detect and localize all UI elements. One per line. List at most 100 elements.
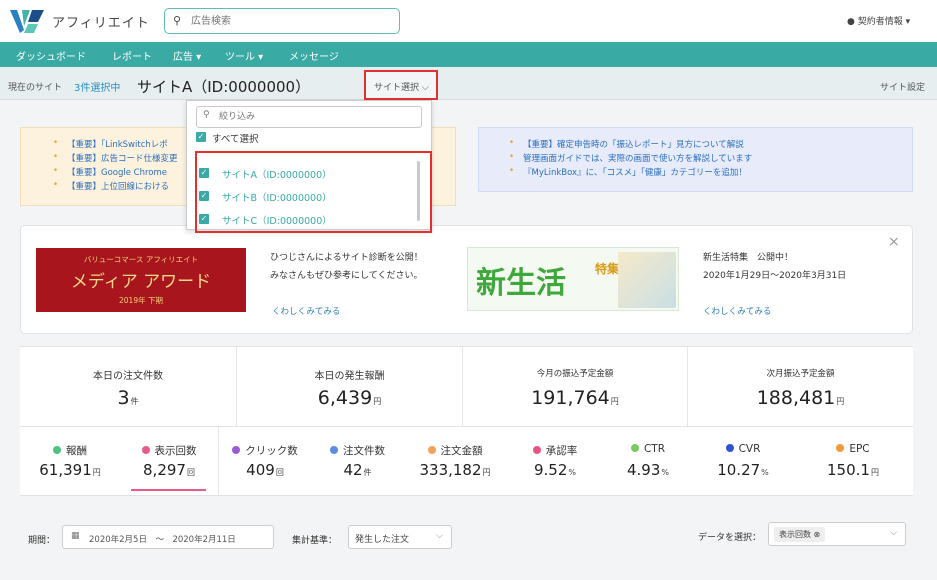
basis-value: 発生した注文 — [355, 535, 410, 545]
stat-card: 本日の注文件数 3件 — [20, 347, 237, 427]
select-all-label[interactable]: すべて選択 — [212, 131, 258, 145]
filter-box[interactable]: ⚲ — [196, 106, 422, 128]
media-award-image[interactable]: バリューコマース アフィリエイト メディア アワード 2019年 下期 — [36, 248, 246, 312]
account-label: 契約者情報 ▾ — [857, 17, 911, 27]
selected-count-link[interactable]: 3件選択中 — [74, 79, 120, 94]
metric-tab[interactable]: 注文件数 42件 — [312, 427, 403, 497]
metric-tab[interactable]: CVR 10.27% — [693, 427, 793, 497]
promo-link[interactable]: くわしくみてみる — [272, 305, 340, 317]
metric-label: CTR — [603, 443, 693, 455]
metric-unit: % — [761, 468, 769, 477]
stat-value-wrap: 188,481円 — [688, 387, 913, 409]
metric-unit: 円 — [870, 468, 879, 477]
stat-card: 次月振込予定金額 188,481円 — [688, 347, 913, 427]
notice-link[interactable]: 【重要】上位回線における — [53, 180, 169, 192]
active-tab-underline — [131, 489, 206, 491]
logo-icon[interactable] — [8, 6, 46, 36]
metric-value-wrap: 61,391円 — [20, 461, 120, 479]
metric-unit: 回 — [186, 468, 195, 477]
nav-messages[interactable]: メッセージ — [289, 48, 339, 63]
dropdown-scrollbar[interactable] — [417, 161, 420, 221]
stat-value: 6,439 — [317, 387, 373, 409]
metric-unit: % — [661, 468, 669, 477]
site-checkbox[interactable]: ✓ — [199, 168, 209, 178]
site-option[interactable]: ✓ サイトB（ID:0000000） — [197, 186, 430, 206]
metric-label-text: CVR — [738, 443, 761, 455]
metric-value-wrap: 8,297回 — [120, 461, 218, 479]
metric-dot-icon — [836, 444, 845, 452]
selected-data-tag[interactable]: 表示回数 ⊗ — [774, 527, 826, 542]
stat-value-wrap: 3件 — [20, 387, 236, 409]
metric-unit: 円 — [482, 468, 491, 477]
promo-text: 2020年1月29日～2020年3月31日 — [703, 271, 847, 281]
stat-label: 次月振込予定金額 — [766, 369, 835, 379]
metric-tab[interactable]: 注文金額 333,182円 — [403, 427, 507, 497]
basis-label: 集計基準： — [292, 536, 338, 546]
metric-value-wrap: 10.27% — [693, 461, 793, 479]
stat-unit: 円 — [373, 397, 382, 406]
nav-report[interactable]: レポート — [112, 48, 152, 63]
summary-stats: 本日の注文件数 3件 本日の発生報酬 6,439円 今月の振込予定金額 191,… — [20, 346, 913, 427]
data-select[interactable]: 表示回数 ⊗ ⌵ — [768, 522, 906, 546]
metric-dot-icon — [532, 446, 541, 454]
metric-dot-icon — [232, 446, 241, 454]
notice-link[interactable]: 【重要】「LinkSwitchレポ — [53, 138, 168, 150]
promo-link[interactable]: くわしくみてみる — [703, 305, 771, 317]
notice-link[interactable]: 【重要】Google Chrome — [53, 166, 167, 178]
metric-value: 61,391 — [39, 461, 92, 479]
site-option[interactable]: ✓ サイトA（ID:0000000） — [197, 163, 430, 183]
metric-tabs: 報酬 61,391円 表示回数 8,297回 クリック数 409回 注文件数 42件 注文金額 3… — [20, 426, 913, 497]
search-icon: ⚲ — [203, 110, 210, 120]
promo-text: みなさんもぜひ参考にしてください。 — [270, 271, 423, 281]
site-option[interactable]: ✓ サイトC（ID:0000000） — [197, 209, 430, 229]
people-photo — [618, 252, 676, 308]
site-checkbox[interactable]: ✓ — [199, 191, 209, 201]
metric-tab[interactable]: CTR 4.93% — [603, 427, 693, 497]
metric-label: 表示回数 — [120, 443, 218, 458]
metric-unit: 件 — [363, 468, 372, 477]
search-icon: ⚲ — [173, 14, 182, 27]
metric-tab[interactable]: 承認率 9.52% — [507, 427, 603, 497]
metric-value-wrap: 150.1円 — [793, 461, 913, 479]
account-menu[interactable]: ● 契約者情報 ▾ — [847, 14, 910, 27]
basis-select[interactable]: 発生した注文 ⌵ — [348, 525, 452, 549]
site-select-button[interactable]: サイト選択 ⌵ — [364, 70, 438, 100]
nav-ads[interactable]: 広告 ▾ — [173, 48, 201, 63]
metric-value-wrap: 333,182円 — [403, 461, 507, 479]
filter-input[interactable] — [219, 110, 409, 124]
promo-text: ひつじさんによるサイト診断を公開！ — [270, 253, 423, 263]
site-option-label: サイトA（ID:0000000） — [222, 170, 332, 181]
notice-link[interactable]: 【重要】広告コード仕様変更 — [53, 152, 177, 164]
metric-tab[interactable]: EPC 150.1円 — [793, 427, 913, 497]
metric-label-text: 報酬 — [66, 445, 87, 457]
new-life-banner-image[interactable]: 新生活 特集 — [467, 247, 679, 311]
metric-unit: 円 — [92, 468, 101, 477]
metric-label: EPC — [793, 443, 913, 455]
select-all-checkbox[interactable]: ✓ — [196, 132, 206, 142]
metric-tab[interactable]: クリック数 409回 — [218, 427, 312, 497]
nav-tools[interactable]: ツール ▾ — [225, 48, 263, 63]
notice-link[interactable]: 『MyLinkBox』に、「コスメ」「健康」カテゴリーを追加！ — [509, 166, 747, 178]
site-checkbox[interactable]: ✓ — [199, 214, 209, 224]
metric-dot-icon — [725, 444, 734, 452]
metric-label-text: CTR — [643, 443, 666, 455]
search-input[interactable] — [191, 13, 391, 29]
metric-dot-icon — [141, 446, 150, 454]
metric-value: 409 — [246, 461, 275, 479]
calendar-icon: ▦ — [71, 531, 80, 541]
main-nav: ダッシュボード レポート 広告 ▾ ツール ▾ メッセージ — [0, 42, 937, 67]
metric-dot-icon — [330, 446, 338, 454]
notice-link[interactable]: 管理画面ガイドでは、実際の画面で使い方を解説しています — [509, 152, 752, 164]
promo-text: 新生活特集 公開中！ — [703, 253, 794, 263]
search-box[interactable]: ⚲ — [164, 8, 400, 34]
metric-value-wrap: 9.52% — [507, 461, 603, 479]
period-picker[interactable]: ▦ 2020年2月5日 〜 2020年2月11日 — [62, 525, 274, 549]
nav-dashboard[interactable]: ダッシュボード — [16, 48, 86, 63]
notice-link[interactable]: 【重要】確定申告時の「振込レポート」見方について解説 — [509, 138, 744, 150]
site-settings-link[interactable]: サイト設定 — [880, 80, 925, 93]
metric-tab[interactable]: 報酬 61,391円 — [20, 427, 120, 497]
close-icon[interactable]: × — [888, 234, 900, 250]
stat-label: 今月の振込予定金額 — [536, 369, 614, 379]
metric-dot-icon — [427, 446, 436, 454]
metric-tab[interactable]: 表示回数 8,297回 — [120, 427, 218, 497]
